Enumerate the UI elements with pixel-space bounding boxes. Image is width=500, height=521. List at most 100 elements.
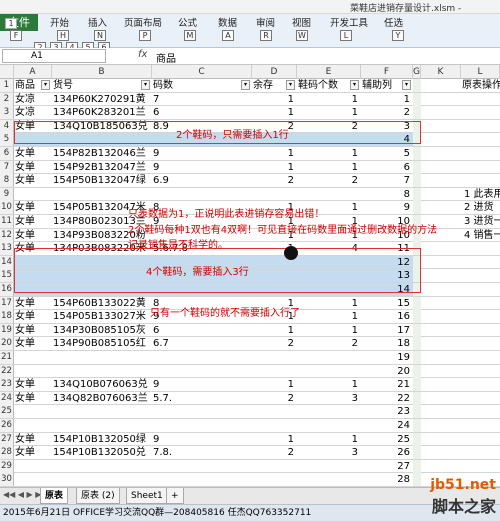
cell-b[interactable] — [52, 351, 152, 364]
cell-c[interactable]: 5.7. — [152, 392, 252, 405]
cell-c[interactable]: 7.8. — [152, 446, 252, 459]
cell-a[interactable]: 女单 — [14, 229, 52, 242]
cell-g[interactable] — [413, 432, 421, 446]
cell-e[interactable]: 1 — [297, 106, 361, 119]
cell-d[interactable] — [252, 405, 297, 418]
cell-f[interactable]: 18 — [361, 337, 413, 350]
cell-d[interactable]: 2 — [252, 392, 297, 405]
cell-f[interactable]: 15 — [361, 297, 413, 310]
cell-e[interactable]: 1 — [297, 297, 361, 310]
cell-e[interactable] — [297, 473, 361, 486]
cell-e[interactable]: 1 — [297, 93, 361, 106]
row-number[interactable]: 5 — [0, 133, 14, 147]
row-number[interactable]: 9 — [0, 187, 14, 201]
select-all-corner[interactable] — [0, 65, 14, 79]
row-number[interactable]: 28 — [0, 446, 14, 460]
row-number[interactable]: 10 — [0, 201, 14, 215]
fx-icon[interactable]: fx — [138, 49, 147, 60]
sheet-tab-original-2[interactable]: 原表 (2) — [76, 488, 120, 504]
cell-e[interactable]: 1 — [297, 161, 361, 174]
cell-g[interactable] — [413, 391, 421, 405]
cell-b[interactable]: 134Q82B076063兰 — [52, 392, 152, 405]
cell-b[interactable]: 154P50B132047绿 — [52, 174, 152, 187]
row-number[interactable]: 6 — [0, 147, 14, 160]
cell-f[interactable]: 23 — [361, 405, 413, 418]
row-number[interactable]: 11 — [0, 215, 14, 228]
cell-e[interactable]: 1 — [297, 147, 361, 160]
cell-b[interactable]: 134P60K270291黄 — [52, 93, 152, 106]
cell-f[interactable]: 25 — [361, 433, 413, 446]
cell-g[interactable] — [413, 405, 421, 419]
cell-d[interactable] — [252, 351, 297, 364]
cell-a[interactable]: 女单 — [14, 147, 52, 160]
cell-e[interactable]: 1 — [297, 324, 361, 337]
cell-e[interactable]: 3 — [297, 392, 361, 405]
cell-a[interactable] — [14, 188, 52, 201]
cell-c[interactable]: 码数 — [152, 79, 252, 92]
cell-f[interactable]: 20 — [361, 365, 413, 378]
cell-g[interactable] — [413, 92, 421, 106]
row-number[interactable]: 13 — [0, 242, 14, 256]
cell-a[interactable]: 女单 — [14, 392, 52, 405]
cell-d[interactable]: 2 — [252, 446, 297, 459]
cell-g[interactable] — [413, 364, 421, 378]
cell-d[interactable]: 2 — [252, 174, 297, 187]
cell-d[interactable] — [252, 188, 297, 201]
cell-a[interactable] — [14, 419, 52, 432]
cell-f[interactable]: 21 — [361, 378, 413, 391]
filter-dropdown-icon[interactable]: ▾ — [286, 80, 295, 90]
cell-d[interactable]: 1 — [252, 147, 297, 160]
cell-f[interactable]: 9 — [361, 201, 413, 214]
row-number[interactable]: 4 — [0, 119, 14, 133]
cell-e[interactable]: 2 — [297, 174, 361, 187]
cell-a[interactable]: 女单 — [14, 215, 52, 228]
cell-a[interactable]: 女单 — [14, 297, 52, 310]
tab-page-layout[interactable]: 页面布局 — [124, 15, 162, 29]
cell-a[interactable]: 女单 — [14, 310, 52, 323]
cell-b[interactable]: 154P82B132046兰 — [52, 147, 152, 160]
cell-c[interactable]: 6.7 — [152, 337, 252, 350]
cell-e[interactable]: 3 — [297, 446, 361, 459]
row-number[interactable]: 19 — [0, 323, 14, 337]
cell-b[interactable] — [52, 405, 152, 418]
row-number[interactable]: 12 — [0, 228, 14, 242]
tab-developer[interactable]: 开发工具 — [330, 15, 368, 29]
cell-f[interactable]: 16 — [361, 310, 413, 323]
cell-g[interactable] — [413, 187, 421, 201]
cell-g[interactable] — [413, 419, 421, 432]
cell-c[interactable]: 9 — [152, 161, 252, 174]
tab-review[interactable]: 审阅 — [256, 15, 275, 29]
row-number[interactable]: 24 — [0, 391, 14, 405]
cell-e[interactable]: 1 — [297, 310, 361, 323]
row-number[interactable]: 7 — [0, 160, 14, 174]
cell-g[interactable] — [413, 337, 421, 351]
column-header-g[interactable]: G — [413, 65, 421, 79]
row-number[interactable]: 14 — [0, 255, 14, 269]
column-header-f[interactable]: F — [361, 65, 413, 79]
cell-a[interactable]: 女单 — [14, 378, 52, 391]
cell-g[interactable] — [413, 147, 421, 160]
cell-c[interactable]: 9 — [152, 378, 252, 391]
row-number[interactable]: 17 — [0, 296, 14, 310]
cell-c[interactable] — [152, 365, 252, 378]
cell-c[interactable]: 9 — [152, 433, 252, 446]
column-header-c[interactable]: C — [152, 65, 252, 79]
cell-c[interactable] — [152, 460, 252, 473]
name-box[interactable]: A1 — [2, 49, 106, 63]
column-header-k[interactable]: K — [421, 65, 461, 79]
cell-b[interactable]: 154P92B132047兰 — [52, 161, 152, 174]
cell-g[interactable] — [413, 174, 421, 188]
cell-a[interactable] — [14, 460, 52, 473]
cell-a[interactable]: 女单 — [14, 433, 52, 446]
filter-dropdown-icon[interactable]: ▾ — [241, 80, 250, 90]
cell-d[interactable]: 1 — [252, 378, 297, 391]
cell-d[interactable] — [252, 365, 297, 378]
cell-l-header[interactable]: 原表操作 — [461, 79, 500, 92]
cell-g[interactable] — [413, 459, 421, 473]
cell-c[interactable]: 6 — [152, 324, 252, 337]
cell-a[interactable]: 女凉 — [14, 106, 52, 119]
cell-e[interactable] — [297, 365, 361, 378]
cell-b[interactable]: 154P10B132050绿 — [52, 433, 152, 446]
cell-g[interactable] — [413, 160, 421, 174]
worksheet-grid[interactable]: 1 商品 ▾ 货号 ▾ 码数 ▾ 余存 ▾ 鞋码个数 ▾ 辅助列 ▾ 原表操作 2 女凉 134P60K2702… — [0, 79, 500, 487]
